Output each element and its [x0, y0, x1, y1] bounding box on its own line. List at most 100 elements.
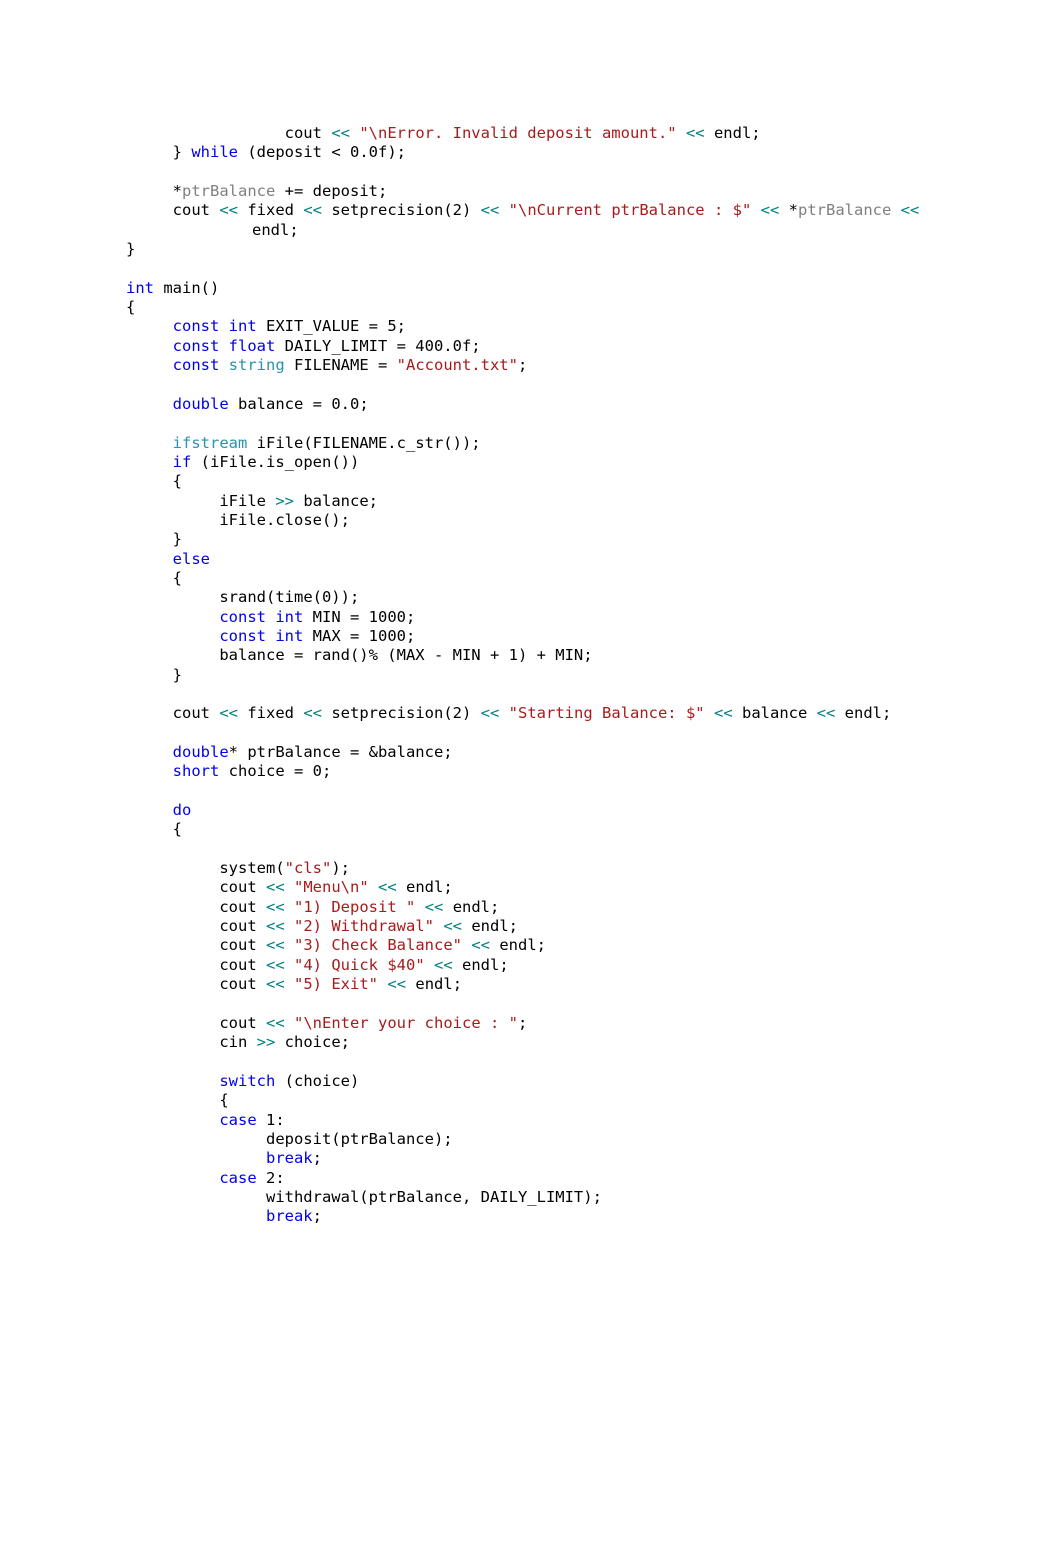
- code-token: balance: [732, 704, 817, 723]
- code-token: MAX = 1000;: [303, 626, 416, 645]
- code-token: <<: [713, 704, 733, 723]
- code-token: cin: [126, 1033, 257, 1052]
- code-token: <<: [331, 124, 350, 142]
- code-token: else: [172, 549, 210, 568]
- code-token: deposit(ptrBalance);: [126, 1129, 453, 1148]
- code-token: <<: [816, 704, 836, 723]
- code-line: }: [126, 530, 926, 549]
- code-token: *: [779, 201, 798, 220]
- code-token: do: [172, 801, 192, 820]
- code-token: FILENAME =: [284, 356, 397, 375]
- code-line: cout << "\nError. Invalid deposit amount…: [126, 124, 926, 143]
- code-line: if (iFile.is_open()): [126, 453, 926, 472]
- code-token: *: [126, 182, 183, 201]
- code-line: else: [126, 550, 926, 569]
- code-line: const int EXIT_VALUE = 5;: [126, 317, 926, 336]
- code-token: <<: [434, 955, 453, 974]
- code-line: cout << "Menu\n" << endl;: [126, 878, 926, 897]
- code-token: <<: [266, 917, 285, 936]
- code-listing: cout << "\nError. Invalid deposit amount…: [126, 124, 926, 1227]
- code-token: endl;: [443, 897, 500, 916]
- code-token: <<: [387, 975, 407, 994]
- code-line: {: [126, 298, 926, 317]
- code-token: const int: [219, 607, 304, 626]
- code-token: <<: [266, 878, 285, 897]
- code-token: ;: [312, 1149, 322, 1168]
- code-line: break;: [126, 1207, 926, 1226]
- code-token: >>: [275, 491, 294, 510]
- code-line: const string FILENAME = "Account.txt";: [126, 356, 926, 375]
- code-token: <<: [480, 704, 500, 723]
- code-token: const int: [172, 317, 257, 336]
- code-line: do: [126, 801, 926, 820]
- code-token: cout: [126, 897, 266, 916]
- document-page: cout << "\nError. Invalid deposit amount…: [0, 0, 1062, 1556]
- code-token: (deposit < 0.0f);: [238, 143, 406, 162]
- code-token: <<: [378, 878, 397, 897]
- code-line: ifstream iFile(FILENAME.c_str());: [126, 434, 926, 453]
- code-token: case: [219, 1168, 257, 1187]
- code-token: (iFile.is_open()): [191, 452, 360, 471]
- code-line: } while (deposit < 0.0f);: [126, 143, 926, 162]
- code-token: "Menu\n": [294, 878, 369, 897]
- code-line: balance = rand()% (MAX - MIN + 1) + MIN;: [126, 646, 926, 665]
- code-token: int: [126, 278, 154, 297]
- code-line: case 1:: [126, 1111, 926, 1130]
- code-token: <<: [443, 917, 463, 936]
- code-line: iFile.close();: [126, 511, 926, 530]
- code-token: cout: [126, 201, 220, 220]
- code-token: <<: [685, 124, 705, 142]
- code-token: "\nCurrent ptrBalance : $": [508, 201, 752, 220]
- code-token: <<: [424, 897, 444, 916]
- code-line: srand(time(0));: [126, 588, 926, 607]
- code-line: cout << fixed << setprecision(2) << "\nC…: [126, 201, 926, 240]
- code-line: break;: [126, 1149, 926, 1168]
- code-token: cout: [126, 917, 266, 936]
- code-token: 1:: [256, 1110, 285, 1129]
- code-token: ptrBalance: [798, 201, 892, 220]
- code-line: {: [126, 820, 926, 839]
- code-token: "Account.txt": [396, 356, 518, 375]
- code-line: switch (choice): [126, 1072, 926, 1091]
- code-token: }: [126, 530, 183, 549]
- code-token: * ptrBalance = &balance;: [228, 743, 453, 761]
- code-line: }: [126, 240, 926, 259]
- code-token: iFile: [126, 491, 276, 510]
- code-token: system(: [126, 859, 285, 878]
- code-token: const float: [172, 336, 276, 355]
- code-token: DAILY_LIMIT = 400.0f;: [275, 336, 481, 355]
- code-line: double* ptrBalance = &balance;: [126, 743, 926, 762]
- code-line: cout << "1) Deposit " << endl;: [126, 898, 926, 917]
- code-token: "\nEnter your choice : ": [294, 1013, 518, 1032]
- code-token: }: [126, 240, 136, 259]
- code-token: <<: [900, 201, 920, 220]
- code-token: short: [172, 762, 220, 781]
- code-token: <<: [266, 975, 285, 994]
- code-token: ;: [517, 356, 528, 375]
- code-line: int main(): [126, 279, 926, 298]
- code-token: break: [265, 1149, 313, 1168]
- code-token: choice;: [275, 1033, 350, 1052]
- code-token: while: [191, 143, 239, 162]
